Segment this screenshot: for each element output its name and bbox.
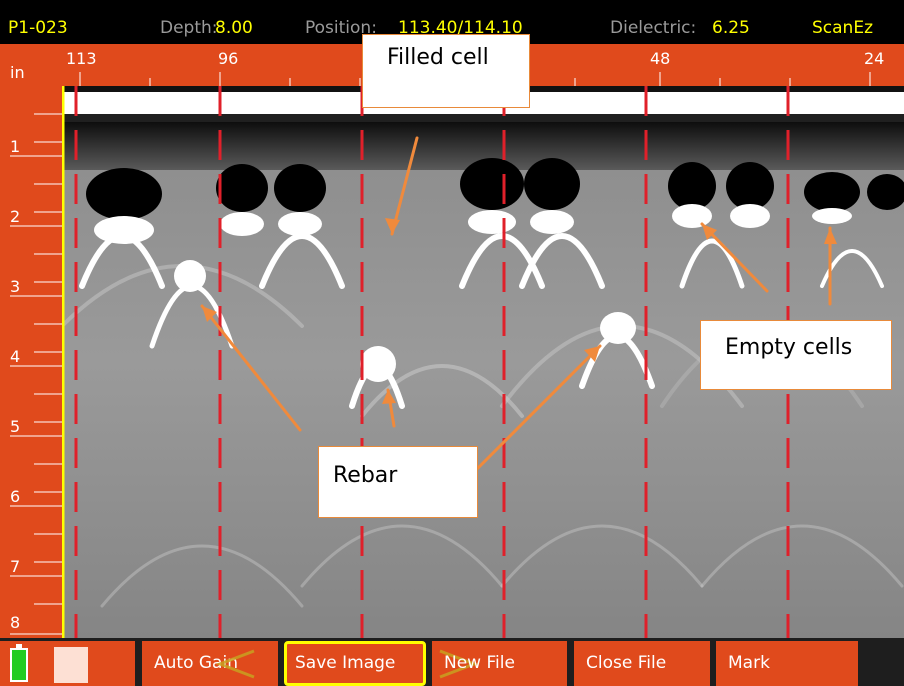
depth-tick: 5 (10, 417, 21, 436)
dielectric-value: 6.25 (712, 18, 750, 38)
depth-tick: 4 (10, 347, 21, 366)
mark-button[interactable]: Mark (716, 641, 858, 686)
depth-tick: 3 (10, 277, 21, 296)
depth-value: 8.00 (215, 18, 253, 38)
rebar-callout: Rebar (318, 446, 478, 518)
empty-cells-callout: Empty cells (700, 320, 892, 390)
close-file-button[interactable]: Close File (574, 641, 710, 686)
depth-label: Depth: (160, 18, 218, 38)
depth-tick: 8 (10, 613, 21, 632)
depth-tick: 2 (10, 207, 21, 226)
dielectric-label: Dielectric: (610, 18, 697, 38)
depth-tick: 7 (10, 557, 21, 576)
depth-tick: 6 (10, 487, 21, 506)
storage-icon (52, 645, 90, 685)
new-file-button[interactable]: New File (432, 641, 567, 686)
chevron-left-icon (216, 649, 255, 679)
mode-label: ScanEz (812, 18, 873, 38)
battery-icon (10, 644, 28, 682)
new-file-label: New File (444, 653, 515, 673)
toolbar: Auto Gain Save Image New File Close File… (0, 638, 904, 686)
auto-gain-button[interactable]: Auto Gain (142, 641, 278, 686)
file-id: P1-023 (8, 18, 68, 38)
save-image-button[interactable]: Save Image (284, 641, 426, 686)
depth-tick: 1 (10, 137, 21, 156)
filled-cell-callout: Filled cell (362, 34, 530, 108)
vertical-ruler: 1 2 3 4 5 6 7 8 (0, 86, 62, 638)
